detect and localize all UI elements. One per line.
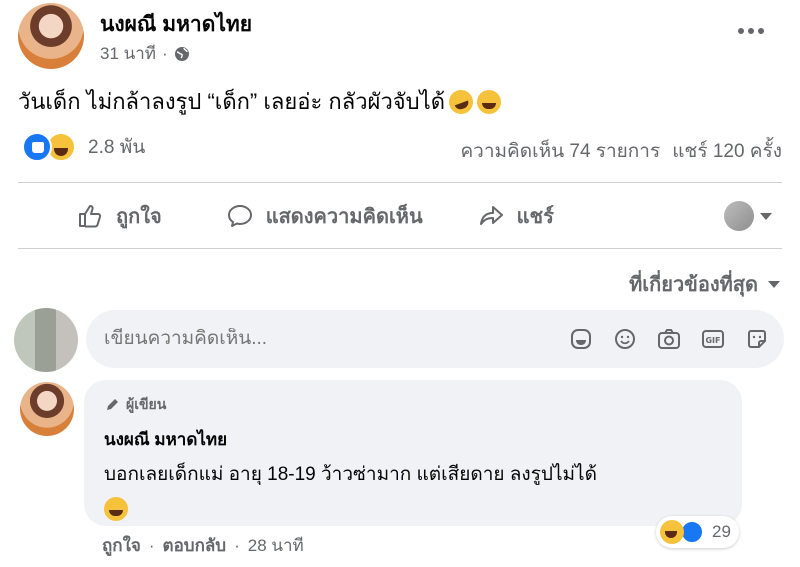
post-stats: ความคิดเห็น 74 รายการ แชร์ 120 ครั้ง xyxy=(460,136,782,166)
comment-reaction-count: 29 xyxy=(712,522,731,541)
caret-down-icon xyxy=(760,212,772,220)
like-button[interactable]: ถูกใจ xyxy=(76,188,162,244)
post-text: วันเด็ก ไม่กล้าลงรูป “เด็ก” เลยอ่ะ กลัวผ… xyxy=(18,89,446,114)
sticker-icon[interactable] xyxy=(744,326,770,352)
separator: · xyxy=(234,535,240,555)
profile-avatar xyxy=(724,201,754,231)
audience-selector[interactable] xyxy=(724,201,772,231)
comment-button[interactable]: แสดงความคิดเห็น xyxy=(226,188,423,244)
laughing-emoji xyxy=(477,89,502,114)
reaction-count: 2.8 พัน xyxy=(88,137,146,158)
divider xyxy=(18,248,782,249)
gif-icon[interactable]: GIF xyxy=(700,326,726,352)
divider xyxy=(18,182,782,183)
comment-reactions[interactable]: 29 xyxy=(656,516,739,548)
separator: · xyxy=(148,535,155,555)
camera-icon[interactable] xyxy=(656,326,682,352)
rolling-laughing-emoji xyxy=(445,86,477,117)
pencil-icon xyxy=(107,399,118,410)
share-arrow-icon xyxy=(479,206,503,225)
comment-author-avatar[interactable] xyxy=(20,382,74,436)
emoji-icon[interactable] xyxy=(612,326,638,352)
avatar-sticker-icon[interactable] xyxy=(568,326,594,352)
comment-time[interactable]: 28 นาที xyxy=(248,532,304,559)
composer-tools: GIF xyxy=(568,326,770,352)
post-time[interactable]: 31 นาที xyxy=(100,40,156,67)
laughing-emoji xyxy=(104,497,128,521)
meta-separator: · xyxy=(162,43,168,63)
shares-count-link[interactable]: แชร์ 120 ครั้ง xyxy=(672,136,782,166)
post-author-name[interactable]: นงผณี มหาดไทย xyxy=(100,8,252,41)
comment-reply-link[interactable]: ตอบกลับ xyxy=(163,532,227,559)
post-body: วันเด็ก ไม่กล้าลงรูป “เด็ก” เลยอ่ะ กลัวผ… xyxy=(18,84,502,119)
comment-sort-dropdown[interactable]: ที่เกี่ยวข้องที่สุด xyxy=(629,268,780,300)
comment-author-name[interactable]: นงผณี มหาดไทย xyxy=(104,426,722,453)
current-user-avatar[interactable] xyxy=(14,308,78,372)
comment-bubble: ผู้เขียน นงผณี มหาดไทย บอกเลยเด็กแม่ อาย… xyxy=(84,380,742,526)
comment-bubble-icon xyxy=(227,205,252,227)
post-actions: ถูกใจ แสดงความคิดเห็น แชร์ xyxy=(18,188,782,244)
svg-text:GIF: GIF xyxy=(705,336,720,345)
reaction-summary[interactable]: 2.8 พัน xyxy=(22,132,145,162)
thumbs-up-icon xyxy=(79,205,102,228)
comment-button-label: แสดงความคิดเห็น xyxy=(265,206,423,228)
comment-like-link[interactable]: ถูกใจ xyxy=(102,532,141,559)
author-avatar[interactable] xyxy=(18,3,84,69)
globe-icon xyxy=(174,46,189,61)
like-reaction-icon xyxy=(22,132,52,162)
comment-input[interactable] xyxy=(104,328,568,350)
like-button-label: ถูกใจ xyxy=(116,206,162,228)
sort-label: ที่เกี่ยวข้องที่สุด xyxy=(629,274,758,296)
caret-down-icon xyxy=(768,280,780,288)
share-button[interactable]: แชร์ xyxy=(477,188,554,244)
comment-actions: ถูกใจ · ตอบกลับ · 28 นาที xyxy=(102,532,304,559)
comment-emoji-line xyxy=(104,497,722,526)
author-badge-label: ผู้เขียน xyxy=(126,396,167,412)
post-meta: 31 นาที · xyxy=(100,40,190,67)
more-options-icon[interactable] xyxy=(738,24,772,38)
share-button-label: แชร์ xyxy=(516,206,554,228)
comment-composer[interactable]: GIF xyxy=(86,310,784,368)
comments-count-link[interactable]: ความคิดเห็น 74 รายการ xyxy=(460,136,660,166)
comment-text: บอกเลยเด็กแม่ อายุ 18-19 ว้าวซ่ามาก แต่เ… xyxy=(104,464,597,485)
author-badge: ผู้เขียน xyxy=(104,394,722,416)
haha-reaction-icon xyxy=(660,520,684,544)
